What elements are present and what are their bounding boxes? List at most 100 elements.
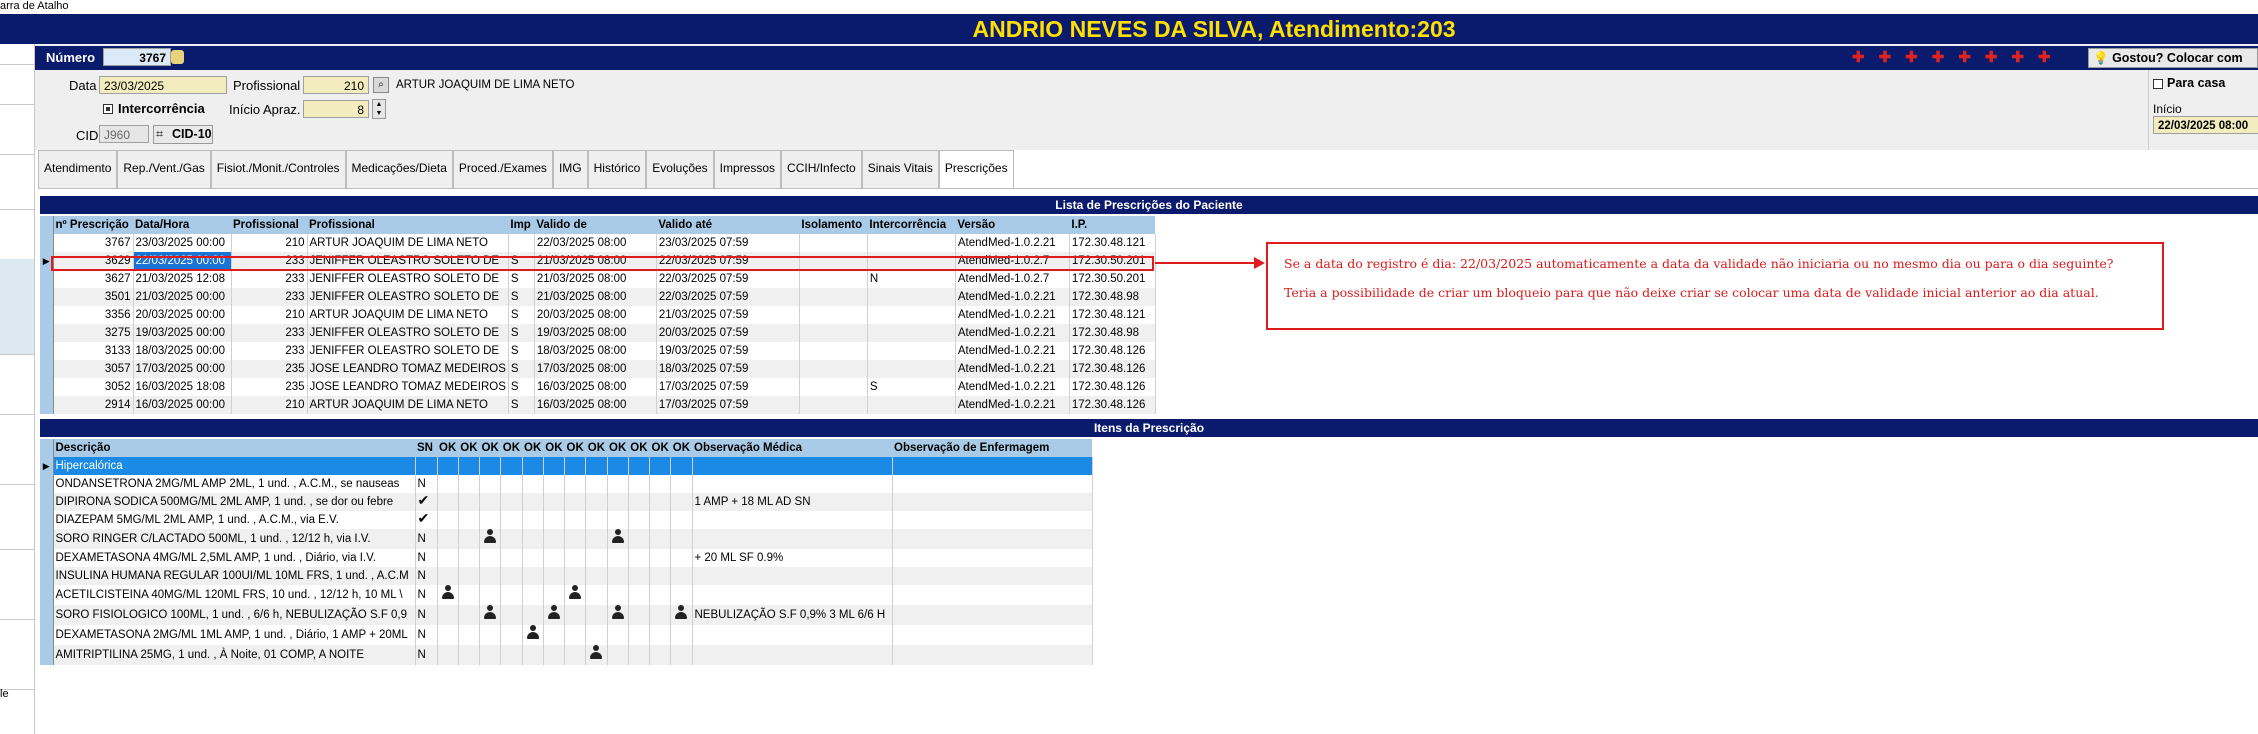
row-indicator[interactable] [40,342,54,360]
ok-cell[interactable] [479,549,502,567]
ok-cell[interactable] [649,475,672,493]
ok-cell[interactable] [458,529,481,549]
ok-cell[interactable] [458,549,481,567]
table-cell[interactable] [867,306,956,324]
ok-cell[interactable] [670,493,693,511]
column-header[interactable]: OK [437,439,459,457]
table-cell[interactable]: AtendMed-1.0.2.21 [955,378,1070,396]
table-cell[interactable]: JENIFFER OLEASTRO SOLETO DE [307,324,509,342]
table-cell[interactable]: JENIFFER OLEASTRO SOLETO DE [307,270,509,288]
table-cell[interactable]: 210 [231,396,308,414]
ok-cell[interactable] [522,529,544,549]
checkmark-icon[interactable]: ✔ [415,511,438,529]
inicio-field[interactable]: 22/03/2025 08:00 [2153,116,2258,134]
ok-cell[interactable] [670,625,693,645]
ok-cell[interactable] [564,645,587,665]
ok-cell[interactable] [479,585,502,605]
table-cell[interactable]: 233 [231,270,308,288]
row-indicator[interactable] [40,270,54,288]
add-icon[interactable]: ✚ [1905,48,1918,68]
ok-cell[interactable] [479,625,502,645]
administered-person-icon[interactable] [585,645,608,665]
table-row[interactable]: DEXAMETASONA 4MG/ML 2,5ML AMP, 1 und. , … [40,549,1093,567]
ok-cell[interactable] [522,511,544,529]
ok-cell[interactable] [458,475,481,493]
table-cell[interactable]: 19/03/2025 08:00 [534,324,657,342]
ok-cell[interactable] [628,605,651,625]
administered-person-icon[interactable] [543,605,566,625]
column-header[interactable]: I.P. [1069,216,1156,234]
observacao-enfermagem-cell[interactable] [892,605,1093,625]
administered-person-icon[interactable] [479,605,502,625]
ok-cell[interactable] [543,567,566,585]
ok-cell[interactable] [670,457,693,475]
table-cell[interactable]: AtendMed-1.0.2.21 [955,396,1070,414]
ok-cell[interactable] [479,511,502,529]
ok-cell[interactable] [585,529,608,549]
ok-cell[interactable] [458,625,481,645]
row-indicator[interactable] [40,234,54,252]
table-cell[interactable]: 22/03/2025 07:59 [656,288,800,306]
table-cell[interactable] [799,234,868,252]
add-icon[interactable]: ✚ [2038,48,2051,68]
table-cell[interactable]: 17/03/2025 07:59 [656,378,800,396]
table-cell[interactable]: AtendMed-1.0.2.21 [955,360,1070,378]
ok-cell[interactable] [628,645,651,665]
row-indicator[interactable] [40,493,54,511]
table-cell[interactable]: 19/03/2025 00:00 [133,324,232,342]
ok-cell[interactable] [564,529,587,549]
table-cell[interactable]: 172.30.48.98 [1069,288,1156,306]
table-cell[interactable]: 172.30.48.121 [1069,234,1156,252]
table-cell[interactable]: 3275 [53,324,134,342]
ok-cell[interactable] [458,493,481,511]
row-indicator[interactable] [40,288,54,306]
column-header[interactable]: OK [585,439,607,457]
row-indicator[interactable] [40,529,54,549]
table-cell[interactable]: 3052 [53,378,134,396]
table-cell[interactable]: 21/03/2025 00:00 [133,288,232,306]
table-cell[interactable]: JENIFFER OLEASTRO SOLETO DE [307,342,509,360]
table-cell[interactable]: 21/03/2025 12:08 [133,270,232,288]
tab-rep-vent-gas[interactable]: Rep./Vent./Gas [117,150,211,188]
administered-person-icon[interactable] [522,625,544,645]
ok-cell[interactable] [500,493,523,511]
ok-cell[interactable] [585,567,608,585]
ok-cell[interactable] [500,511,523,529]
table-cell[interactable]: S [508,270,535,288]
ok-cell[interactable] [649,529,672,549]
table-row[interactable]: 3356 20/03/2025 00:00 210 ARTUR JOAQUIM DE … [40,306,1156,324]
table-cell[interactable]: AtendMed-1.0.2.21 [955,342,1070,360]
observacao-medica-cell[interactable] [692,645,893,665]
row-indicator[interactable] [40,360,54,378]
ok-cell[interactable] [607,457,629,475]
tab-fisiot-monit-controles[interactable]: Fisiot./Monit./Controles [210,150,346,188]
column-header[interactable]: Valido até [656,216,800,234]
sn-cell[interactable]: N [415,475,438,493]
sn-cell[interactable]: N [415,645,438,665]
ok-cell[interactable] [564,605,587,625]
ok-cell[interactable] [437,605,459,625]
column-header[interactable]: Profissional [307,216,509,234]
row-indicator[interactable] [40,324,54,342]
ok-cell[interactable] [543,475,566,493]
table-cell[interactable]: 23/03/2025 07:59 [656,234,800,252]
ok-cell[interactable] [607,475,629,493]
ok-cell[interactable] [437,645,459,665]
column-header[interactable]: Profissional [231,216,307,234]
table-cell[interactable]: S [508,360,535,378]
table-cell[interactable] [799,270,868,288]
row-indicator[interactable] [40,605,54,625]
item-description[interactable]: ACETILCISTEINA 40MG/ML 120ML FRS, 10 und… [53,585,416,605]
column-header[interactable]: OK [522,439,544,457]
ok-cell[interactable] [500,567,523,585]
table-cell[interactable]: AtendMed-1.0.2.7 [955,270,1070,288]
table-cell[interactable]: 21/03/2025 08:00 [534,270,657,288]
add-icon[interactable]: ✚ [1958,48,1971,68]
ok-cell[interactable] [543,529,566,549]
item-description[interactable]: DEXAMETASONA 4MG/ML 2,5ML AMP, 1 und. , … [53,549,416,567]
current-row-indicator-icon[interactable]: ▶ [40,457,54,475]
table-cell[interactable]: 233 [231,324,308,342]
table-cell[interactable] [508,234,535,252]
item-description[interactable]: DIAZEPAM 5MG/ML 2ML AMP, 1 und. , A.C.M.… [53,511,416,529]
ok-cell[interactable] [649,625,672,645]
